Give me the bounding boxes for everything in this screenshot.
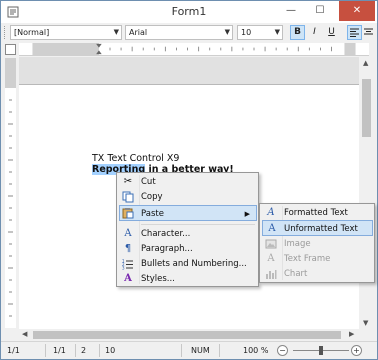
menu-item-styles[interactable]: A Styles... bbox=[119, 271, 257, 287]
submenu-item-unformatted-text[interactable]: A Unformatted Text bbox=[262, 220, 373, 236]
unformatted-text-icon: A bbox=[268, 223, 276, 234]
menu-item-label: Cut bbox=[141, 177, 156, 187]
horizontal-scroll-thumb[interactable] bbox=[33, 331, 341, 339]
status-separator bbox=[99, 344, 100, 357]
style-value: [Normal] bbox=[14, 28, 50, 37]
scroll-left-icon[interactable]: ◀ bbox=[22, 330, 27, 338]
font-size-value: 10 bbox=[241, 28, 252, 37]
context-menu: ✂ Cut Copy Paste ▶ A Character... ¶ Para… bbox=[116, 172, 259, 287]
status-bar: 1/1 1/1 2 10 NUM 100 % − + bbox=[1, 341, 377, 359]
zoom-slider-thumb[interactable] bbox=[319, 346, 323, 355]
horizontal-ruler[interactable] bbox=[19, 43, 369, 56]
chevron-down-icon[interactable]: ▼ bbox=[275, 26, 280, 39]
menu-item-copy[interactable]: Copy bbox=[119, 189, 257, 205]
title-bar: Form1 — ☐ ✕ bbox=[1, 1, 377, 23]
maximize-button[interactable]: ☐ bbox=[306, 1, 334, 21]
chevron-down-icon[interactable]: ▼ bbox=[114, 26, 119, 39]
menu-item-label: Paste bbox=[141, 209, 164, 219]
ruler-corner-button[interactable] bbox=[5, 44, 16, 55]
submenu-item-label: Text Frame bbox=[284, 254, 331, 264]
status-separator bbox=[219, 344, 220, 357]
align-left-button[interactable] bbox=[347, 25, 362, 40]
formatting-toolbar: [Normal] ▼ Arial ▼ 10 ▼ B I U bbox=[1, 23, 377, 43]
menu-item-label: Bullets and Numbering... bbox=[141, 259, 247, 269]
align-center-icon bbox=[363, 28, 373, 35]
menu-item-paste[interactable]: Paste ▶ bbox=[119, 205, 257, 221]
align-center-button[interactable] bbox=[363, 25, 373, 40]
scroll-right-icon[interactable]: ▶ bbox=[349, 330, 354, 338]
menu-item-cut[interactable]: ✂ Cut bbox=[119, 174, 257, 190]
submenu-item-formatted-text[interactable]: A Formatted Text bbox=[262, 205, 373, 221]
submenu-item-text-frame[interactable]: A Text Frame bbox=[262, 251, 373, 267]
align-left-icon bbox=[350, 28, 359, 37]
status-separator bbox=[181, 344, 182, 357]
status-separator bbox=[45, 344, 46, 357]
menu-separator bbox=[141, 224, 255, 225]
vertical-scroll-thumb[interactable] bbox=[362, 79, 371, 137]
paste-icon bbox=[122, 208, 134, 219]
bold-button[interactable]: B bbox=[290, 25, 305, 40]
submenu-item-image[interactable]: Image bbox=[262, 236, 373, 252]
toolbar-grip bbox=[4, 26, 6, 39]
status-zoom-value: 100 % bbox=[243, 346, 269, 355]
font-value: Arial bbox=[129, 28, 148, 37]
vertical-ruler[interactable] bbox=[5, 58, 16, 328]
chart-icon bbox=[266, 270, 277, 279]
status-column: 10 bbox=[105, 346, 116, 355]
scroll-up-icon[interactable]: ▲ bbox=[363, 59, 368, 67]
zoom-in-button[interactable]: + bbox=[351, 345, 362, 356]
font-size-combobox[interactable]: 10 ▼ bbox=[237, 25, 283, 40]
chevron-down-icon[interactable]: ▼ bbox=[225, 26, 230, 39]
page-header-area bbox=[19, 57, 359, 85]
submenu-item-label: Formatted Text bbox=[284, 208, 348, 218]
vertical-scrollbar[interactable]: ▲ ▼ bbox=[360, 57, 373, 329]
status-separator bbox=[75, 344, 76, 357]
menu-item-label: Paragraph... bbox=[141, 244, 193, 254]
scroll-down-icon[interactable]: ▼ bbox=[363, 319, 368, 327]
submenu-item-chart[interactable]: Chart bbox=[262, 266, 373, 282]
font-combobox[interactable]: Arial ▼ bbox=[125, 25, 233, 40]
svg-text:3: 3 bbox=[122, 266, 125, 271]
menu-item-paragraph[interactable]: ¶ Paragraph... bbox=[119, 241, 257, 257]
bullets-icon: 1 2 3 bbox=[122, 259, 133, 271]
status-num-lock: NUM bbox=[191, 346, 210, 355]
paste-submenu: A Formatted Text A Unformatted Text Imag… bbox=[259, 203, 375, 283]
cut-icon: ✂ bbox=[123, 176, 133, 187]
menu-item-label: Styles... bbox=[141, 274, 175, 284]
menu-item-bullets-numbering[interactable]: 1 2 3 Bullets and Numbering... bbox=[119, 256, 257, 272]
minimize-button[interactable]: — bbox=[277, 1, 305, 21]
text-frame-icon: A bbox=[267, 253, 275, 264]
character-icon: A bbox=[124, 228, 132, 239]
submenu-arrow-icon: ▶ bbox=[244, 210, 250, 218]
app-window: Form1 — ☐ ✕ [Normal] ▼ Arial ▼ 10 ▼ B I … bbox=[0, 0, 378, 360]
menu-item-character[interactable]: A Character... bbox=[119, 226, 257, 242]
status-line: 2 bbox=[81, 346, 87, 355]
styles-icon: A bbox=[124, 273, 132, 284]
status-page: 1/1 bbox=[7, 346, 20, 355]
italic-button[interactable]: I bbox=[307, 25, 322, 40]
image-icon bbox=[265, 239, 277, 249]
document-line-1[interactable]: TX Text Control X9 bbox=[92, 153, 179, 164]
menu-item-label: Copy bbox=[141, 192, 163, 202]
copy-icon bbox=[122, 191, 134, 203]
zoom-out-button[interactable]: − bbox=[277, 345, 288, 356]
style-combobox[interactable]: [Normal] ▼ bbox=[10, 25, 122, 40]
close-button[interactable]: ✕ bbox=[339, 1, 375, 21]
submenu-item-label: Image bbox=[284, 239, 311, 249]
horizontal-scrollbar[interactable]: ◀ ▶ bbox=[19, 329, 360, 341]
status-section: 1/1 bbox=[53, 346, 66, 355]
formatted-text-icon: A bbox=[267, 207, 275, 218]
underline-button[interactable]: U bbox=[324, 25, 339, 40]
menu-item-label: Character... bbox=[141, 229, 191, 239]
paragraph-icon: ¶ bbox=[124, 243, 132, 254]
submenu-item-label: Unformatted Text bbox=[284, 224, 358, 234]
submenu-item-label: Chart bbox=[284, 269, 308, 279]
